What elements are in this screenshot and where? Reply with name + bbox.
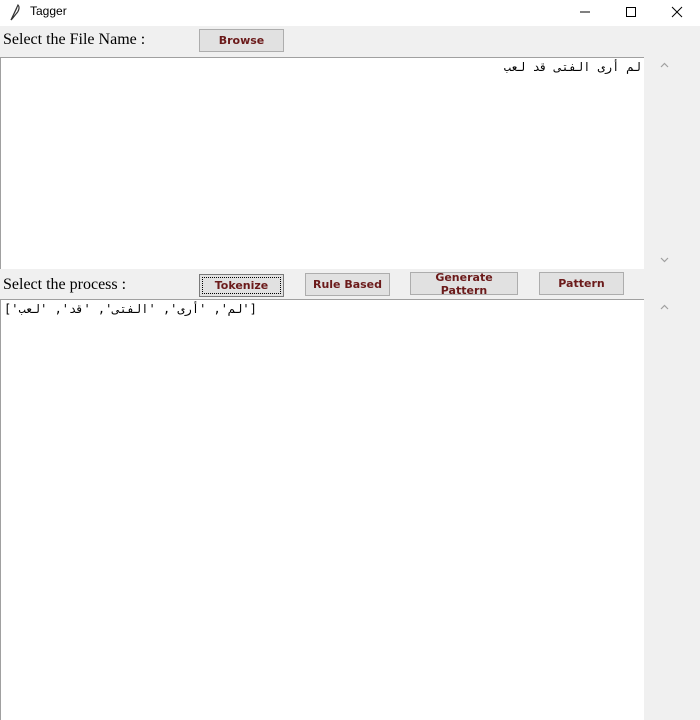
- chevron-up-icon: [660, 62, 669, 68]
- chevron-up-icon: [660, 304, 669, 310]
- rule-based-button[interactable]: Rule Based: [305, 273, 390, 296]
- output-text: ['لم', 'أرى', 'الفتى', 'قد', 'لعب']: [4, 302, 257, 316]
- close-icon: [671, 6, 683, 18]
- output-scrollbar[interactable]: [656, 299, 673, 720]
- input-scrollbar[interactable]: [656, 57, 673, 269]
- chevron-down-icon: [660, 257, 669, 263]
- tokenize-button[interactable]: Tokenize: [199, 274, 284, 297]
- feather-icon: [10, 3, 20, 21]
- close-button[interactable]: [654, 0, 700, 24]
- generate-pattern-button[interactable]: Generate Pattern: [410, 271, 518, 297]
- browse-button[interactable]: Browse: [199, 29, 284, 52]
- file-name-label: Select the File Name :: [3, 31, 146, 48]
- pattern-button[interactable]: Pattern: [539, 272, 624, 295]
- input-text-area[interactable]: لم أرى الفتى قد لعب: [0, 57, 644, 269]
- maximize-button[interactable]: [608, 0, 654, 24]
- title-bar: Tagger: [0, 0, 700, 26]
- window-title: Tagger: [30, 4, 67, 18]
- minimize-icon: [580, 11, 590, 13]
- minimize-button[interactable]: [562, 0, 608, 24]
- process-label: Select the process :: [3, 276, 127, 293]
- input-text: لم أرى الفتى قد لعب: [503, 60, 641, 74]
- scroll-up-button[interactable]: [656, 299, 673, 316]
- output-text-area[interactable]: ['لم', 'أرى', 'الفتى', 'قد', 'لعب']: [0, 299, 644, 720]
- scroll-up-button[interactable]: [656, 57, 673, 74]
- maximize-icon: [626, 7, 636, 17]
- scroll-down-button[interactable]: [656, 252, 673, 269]
